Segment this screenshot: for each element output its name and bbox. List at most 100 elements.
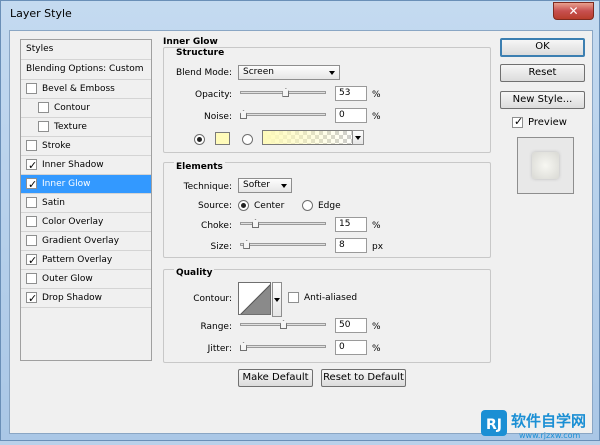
style-item-gradient-overlay[interactable]: Gradient Overlay — [21, 232, 151, 251]
contour-curve-icon — [240, 284, 270, 314]
title-bar[interactable]: Layer Style ✕ — [1, 1, 600, 27]
blending-options[interactable]: Blending Options: Custom — [21, 60, 151, 80]
style-item-outer-glow[interactable]: Outer Glow — [21, 270, 151, 289]
style-checkbox[interactable] — [26, 252, 37, 270]
new-style-button[interactable]: New Style... — [500, 91, 585, 109]
noise-label: Noise: — [204, 112, 232, 122]
choke-label: Choke: — [201, 221, 232, 231]
style-preview-thumbnail — [517, 137, 574, 194]
noise-input[interactable]: 0 — [335, 108, 367, 123]
opacity-input[interactable]: 53 — [335, 86, 367, 101]
preview-swatch — [532, 152, 559, 179]
style-checkbox[interactable] — [38, 121, 49, 132]
style-item-color-overlay[interactable]: Color Overlay — [21, 213, 151, 232]
gradient-radio[interactable] — [242, 134, 253, 145]
close-button[interactable]: ✕ — [553, 2, 594, 20]
style-checkbox[interactable] — [26, 290, 37, 308]
opacity-label: Opacity: — [195, 90, 232, 100]
technique-label: Technique: — [183, 182, 232, 192]
source-center-radio[interactable] — [238, 200, 249, 211]
dialog-body: Styles Blending Options: Custom Bevel & … — [9, 30, 593, 434]
style-item-label: Texture — [54, 122, 87, 132]
style-checkbox[interactable] — [26, 235, 37, 246]
watermark-site-name: 软件自学网 — [511, 412, 586, 430]
range-input[interactable]: 50 — [335, 318, 367, 333]
contour-picker[interactable] — [238, 282, 271, 315]
blending-options-label: Blending Options: Custom — [26, 64, 144, 74]
style-item-label: Pattern Overlay — [42, 255, 113, 265]
blend-mode-value: Screen — [243, 67, 274, 77]
choke-input[interactable]: 15 — [335, 217, 367, 232]
style-item-stroke[interactable]: Stroke — [21, 137, 151, 156]
styles-list: Styles Blending Options: Custom Bevel & … — [20, 39, 152, 361]
style-item-label: Stroke — [42, 141, 71, 151]
style-item-label: Color Overlay — [42, 217, 104, 227]
style-checkbox[interactable] — [26, 273, 37, 284]
choke-unit: % — [372, 221, 381, 231]
chevron-down-icon — [329, 71, 335, 75]
elements-title: Elements — [174, 162, 225, 172]
style-checkbox[interactable] — [38, 102, 49, 113]
style-item-label: Outer Glow — [42, 274, 93, 284]
range-label: Range: — [200, 322, 232, 332]
jitter-label: Jitter: — [207, 344, 232, 354]
style-item-label: Bevel & Emboss — [42, 84, 115, 94]
style-item-satin[interactable]: Satin — [21, 194, 151, 213]
style-checkbox[interactable] — [26, 140, 37, 151]
style-item-drop-shadow[interactable]: Drop Shadow — [21, 289, 151, 308]
window-title: Layer Style — [10, 7, 72, 20]
contour-label: Contour: — [193, 294, 232, 304]
style-item-label: Drop Shadow — [42, 293, 103, 303]
style-checkbox[interactable] — [26, 157, 37, 175]
style-item-pattern-overlay[interactable]: Pattern Overlay — [21, 251, 151, 270]
rj-logo-icon: RJ 软件自学网 www.rjzxw.com — [481, 410, 586, 440]
structure-title: Structure — [174, 48, 227, 58]
jitter-input[interactable]: 0 — [335, 340, 367, 355]
color-radio[interactable] — [194, 134, 205, 145]
anti-aliased-label[interactable]: Anti-aliased — [304, 293, 357, 303]
source-center-label[interactable]: Center — [254, 201, 284, 211]
layer-style-dialog: Layer Style ✕ Styles Blending Options: C… — [0, 0, 600, 441]
style-item-label: Contour — [54, 103, 90, 113]
style-item-label: Inner Shadow — [42, 160, 104, 170]
make-default-button[interactable]: Make Default — [238, 369, 313, 387]
opacity-unit: % — [372, 90, 381, 100]
glow-gradient-swatch[interactable] — [262, 130, 357, 145]
style-item-label: Inner Glow — [42, 179, 91, 189]
contour-dropdown-button[interactable] — [272, 282, 282, 317]
style-checkbox[interactable] — [26, 197, 37, 208]
style-item-bevel-emboss[interactable]: Bevel & Emboss — [21, 80, 151, 99]
style-checkbox[interactable] — [26, 216, 37, 227]
source-edge-label[interactable]: Edge — [318, 201, 341, 211]
ok-button[interactable]: OK — [500, 38, 585, 57]
technique-dropdown[interactable]: Softer — [238, 178, 292, 193]
reset-to-default-button[interactable]: Reset to Default — [321, 369, 406, 387]
chevron-down-icon — [355, 136, 361, 140]
anti-aliased-checkbox[interactable] — [288, 292, 299, 303]
watermark-logo-text: RJ — [486, 417, 502, 433]
style-item-inner-shadow[interactable]: Inner Shadow — [21, 156, 151, 175]
blend-mode-dropdown[interactable]: Screen — [238, 65, 340, 80]
chevron-down-icon — [281, 184, 287, 188]
style-item-contour[interactable]: Contour — [21, 99, 151, 118]
gradient-picker-button[interactable] — [352, 130, 364, 145]
noise-unit: % — [372, 112, 381, 122]
size-slider[interactable] — [240, 243, 326, 246]
style-item-inner-glow[interactable]: Inner Glow — [21, 175, 151, 194]
style-checkbox[interactable] — [26, 83, 37, 94]
size-input[interactable]: 8 — [335, 238, 367, 253]
reset-button[interactable]: Reset — [500, 64, 585, 82]
jitter-unit: % — [372, 344, 381, 354]
inner-glow-title: Inner Glow — [163, 37, 218, 47]
style-item-texture[interactable]: Texture — [21, 118, 151, 137]
noise-slider[interactable] — [240, 113, 326, 116]
preview-label[interactable]: Preview — [528, 117, 567, 128]
style-checkbox[interactable] — [26, 176, 37, 194]
site-watermark: RJ 软件自学网 www.rjzxw.com — [479, 406, 600, 442]
source-edge-radio[interactable] — [302, 200, 313, 211]
preview-checkbox[interactable] — [512, 115, 523, 128]
jitter-slider[interactable] — [240, 345, 326, 348]
size-label: Size: — [210, 242, 232, 252]
glow-color-swatch[interactable] — [215, 132, 230, 145]
styles-header[interactable]: Styles — [21, 40, 151, 60]
